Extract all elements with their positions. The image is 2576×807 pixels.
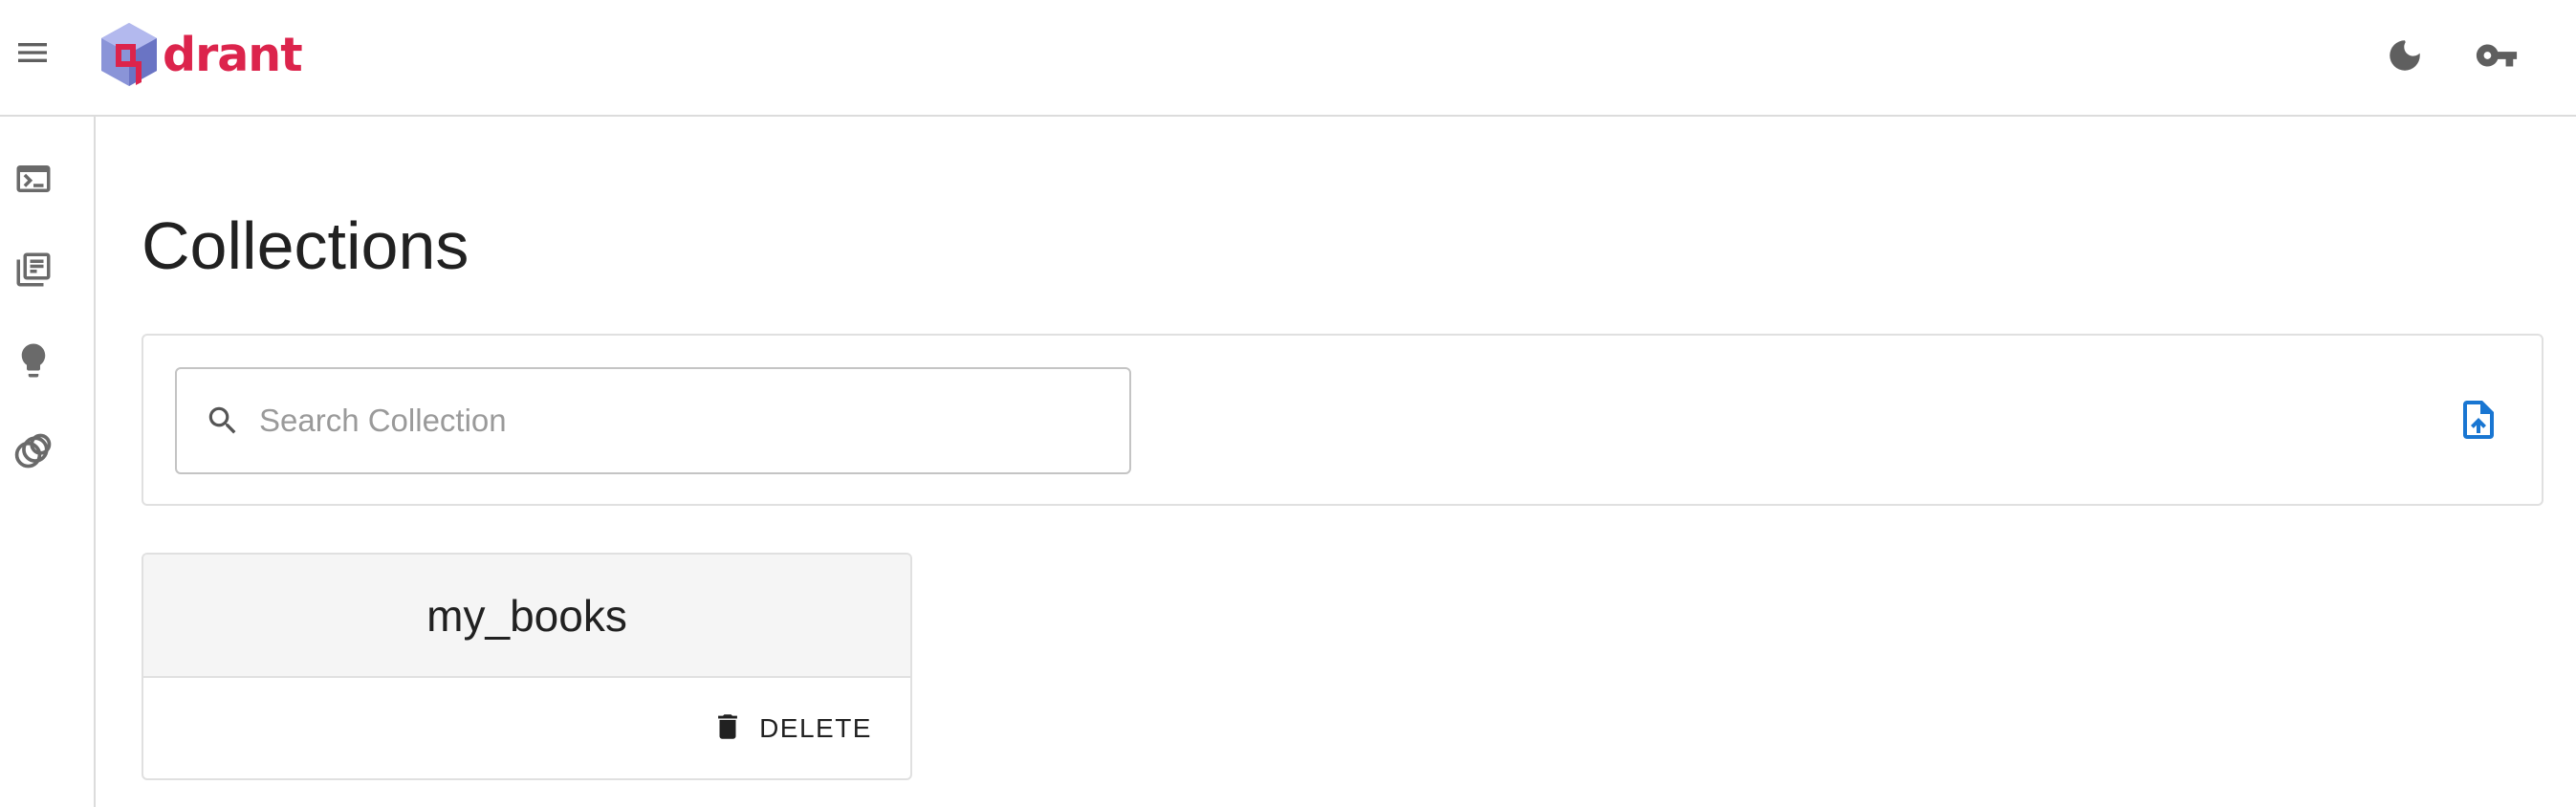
upload-file-icon[interactable]	[2452, 393, 2505, 447]
dark-mode-moon-icon[interactable]	[2381, 32, 2429, 79]
sidebar-item-console[interactable]	[10, 157, 57, 205]
search-input[interactable]	[257, 391, 1102, 450]
collection-card: my_books DELETE	[142, 553, 912, 780]
qdrant-logo-icon	[101, 23, 157, 86]
rings-icon	[12, 430, 55, 477]
trash-icon	[711, 710, 744, 748]
hamburger-menu-icon[interactable]	[11, 32, 54, 74]
sidebar-item-collections[interactable]	[10, 248, 57, 295]
sidebar-item-datasets[interactable]	[10, 429, 57, 477]
qdrant-logo[interactable]: drant	[99, 21, 303, 88]
sidebar-item-tutorial[interactable]	[10, 338, 57, 386]
delete-button[interactable]: DELETE	[711, 707, 872, 751]
terminal-icon	[13, 159, 54, 204]
sidebar	[0, 117, 96, 807]
top-app-bar: drant	[0, 0, 2576, 117]
key-icon[interactable]	[2473, 32, 2521, 79]
collection-name: my_books	[426, 590, 627, 641]
logo-text: drant	[163, 27, 303, 82]
library-books-icon	[13, 250, 54, 294]
collection-card-actions: DELETE	[143, 678, 910, 778]
search-field[interactable]	[175, 367, 1131, 474]
lightbulb-icon	[13, 340, 54, 385]
page-title: Collections	[142, 208, 469, 283]
delete-label: DELETE	[759, 713, 872, 743]
collection-card-header[interactable]: my_books	[143, 555, 910, 678]
search-icon	[204, 402, 242, 440]
search-panel	[142, 334, 2543, 506]
